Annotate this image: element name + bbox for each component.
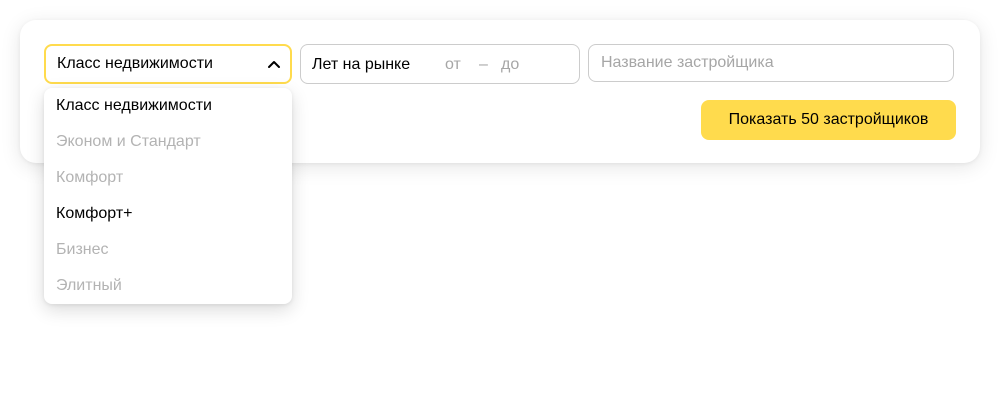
- property-class-select[interactable]: Класс недвижимости: [44, 44, 292, 84]
- chevron-up-icon: [268, 61, 280, 68]
- years-range-separator: –: [479, 56, 488, 73]
- years-on-market-label: Лет на рынке: [312, 56, 411, 73]
- dropdown-option: Бизнес: [56, 241, 109, 258]
- years-on-market-field: Лет на рынке –: [300, 44, 580, 84]
- dropdown-option: Элитный: [56, 277, 122, 294]
- dropdown-option[interactable]: Комфорт+: [44, 196, 292, 232]
- years-to-input[interactable]: [501, 55, 541, 75]
- show-developers-button[interactable]: Показать 50 застройщиков: [701, 100, 956, 140]
- dropdown-option[interactable]: Класс недвижимости: [44, 88, 292, 124]
- property-class-dropdown: Класс недвижимости Эконом и Стандарт Ком…: [44, 88, 292, 304]
- dropdown-option: Эконом и Стандарт: [56, 133, 201, 150]
- dropdown-option: Комфорт: [56, 169, 124, 186]
- property-class-select-label: Класс недвижимости: [57, 55, 213, 72]
- years-from-input[interactable]: [445, 55, 475, 75]
- developer-name-input[interactable]: [588, 44, 954, 82]
